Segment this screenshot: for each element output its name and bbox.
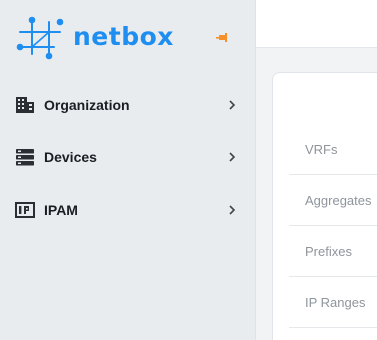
sidebar-item-devices[interactable]: Devices <box>0 137 256 177</box>
sidebar-item-label: Devices <box>44 149 97 165</box>
list-item-ip-ranges[interactable]: IP Ranges <box>289 277 377 328</box>
netbox-logo-icon <box>16 16 64 60</box>
sidebar-item-label: IPAM <box>44 202 78 218</box>
list-item-label: VRFs <box>305 142 338 157</box>
pin-sidebar-icon[interactable] <box>216 32 230 44</box>
chevron-right-icon <box>229 152 236 162</box>
server-icon <box>16 149 34 166</box>
sidebar-item-ipam[interactable]: IPAM <box>0 190 256 230</box>
chevron-right-icon <box>229 100 236 110</box>
brand-header: netbox <box>0 0 256 76</box>
list-item-label: IP Ranges <box>305 295 366 310</box>
list-item-aggregates[interactable]: Aggregates <box>289 175 377 226</box>
chevron-right-icon <box>229 205 236 215</box>
list-item-label: Prefixes <box>305 244 352 259</box>
sidebar-item-label: Organization <box>44 97 130 113</box>
brand-name: netbox <box>73 22 174 51</box>
building-icon <box>16 97 34 113</box>
sidebar-item-organization[interactable]: Organization <box>0 85 256 125</box>
list-item-prefixes[interactable]: Prefixes <box>289 226 377 277</box>
top-navbar <box>256 0 377 48</box>
list-item-label: Aggregates <box>305 193 372 208</box>
ip-address-icon <box>15 202 35 218</box>
app-window: netbox Organization Devices IPAM VRFs Ag… <box>0 0 377 340</box>
list-item-vrfs[interactable]: VRFs <box>289 124 377 175</box>
sidebar: netbox Organization Devices IPAM <box>0 0 256 340</box>
